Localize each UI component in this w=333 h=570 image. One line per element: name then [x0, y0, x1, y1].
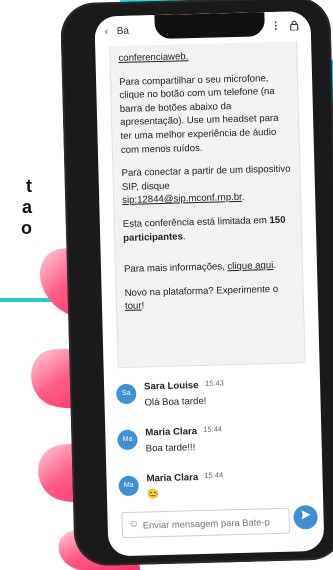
chat-message: Sa Sara Louise 15:43 Olá Boa tarde!: [104, 373, 321, 425]
message-time: 15:44: [203, 424, 223, 434]
message-author: Maria Clara: [145, 426, 198, 439]
chat-message: Ma Maria Clara 15:44 Boa tarde!!!: [105, 419, 322, 471]
chat-messages: Sa Sara Louise 15:43 Olá Boa tarde! Ma M…: [104, 373, 324, 517]
message-author: Sara Louise: [143, 380, 199, 393]
avatar: Ma: [118, 475, 139, 497]
side-text-line: a: [21, 197, 32, 217]
more-options-icon[interactable]: ⋮: [271, 21, 281, 32]
tour-prompt: Novo na plataforma? Experimente o tour!: [124, 283, 279, 313]
lock-icon[interactable]: [290, 20, 299, 33]
side-text-line: t: [26, 176, 32, 196]
message-text: 😊: [146, 489, 160, 501]
smile-icon[interactable]: ☺: [129, 519, 140, 530]
avatar: Ma: [117, 429, 138, 451]
more-info: Para mais informações, clique aqui.: [123, 260, 277, 276]
chat-title: Ba: [116, 25, 130, 38]
conference-link-text[interactable]: conferenciaweb.: [118, 51, 188, 64]
message-input-placeholder: Enviar mensagem para Bate-p: [142, 516, 270, 531]
message-author: Maria Clara: [146, 472, 199, 485]
phone-screen: ‹ Ba ⋮ ⚙ conferenciaweb. Para compartilh…: [94, 10, 325, 557]
phone-notch: [154, 12, 265, 40]
sip-instructions: Para conectar a partir de um dispositivo…: [121, 163, 291, 207]
message-input[interactable]: ☺ Enviar mensagem para Bate-p: [121, 507, 291, 539]
message-text: Olá Boa tarde!: [144, 395, 207, 409]
message-text: Boa tarde!!!: [145, 442, 196, 455]
avatar: Sa: [116, 383, 137, 405]
sip-address: sip:12844@sip.mconf.rnp.br: [122, 192, 242, 207]
send-icon[interactable]: [293, 504, 318, 530]
click-here-link[interactable]: clique aqui: [227, 260, 273, 272]
message-time: 15:43: [204, 378, 224, 388]
microphone-instructions: Para compartilhar o seu microfone, cliqu…: [118, 72, 279, 156]
welcome-message-panel: conferenciaweb. Para compartilhar o seu …: [109, 41, 306, 369]
tour-link[interactable]: tour: [125, 301, 142, 312]
message-time: 15:44: [204, 470, 224, 480]
chevron-left-icon[interactable]: ‹: [105, 26, 109, 37]
phone-frame: ‹ Ba ⋮ ⚙ conferenciaweb. Para compartilh…: [60, 0, 333, 567]
participant-limit: Esta conferência está limitada em 150 pa…: [122, 214, 286, 244]
